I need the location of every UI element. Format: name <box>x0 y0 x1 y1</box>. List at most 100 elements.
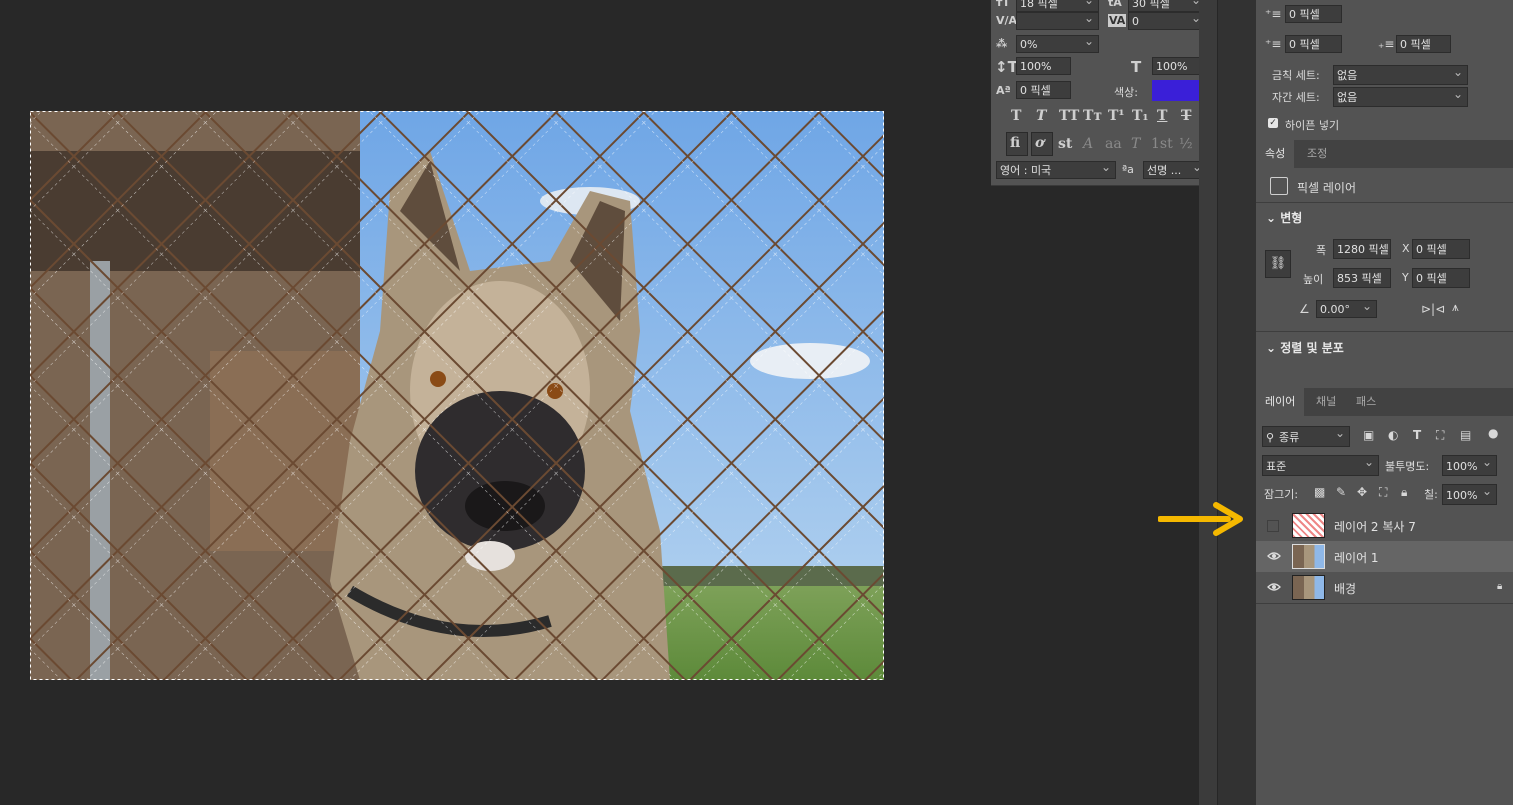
tab-paths[interactable]: 패스 <box>1347 388 1385 416</box>
blend-mode-select[interactable]: 표준 <box>1262 452 1379 476</box>
visibility-toggle-off[interactable] <box>1267 520 1279 532</box>
character-panel: ᴛT 18 픽셀 tA 30 픽셀 V/A VA 0 ⁂ 0% ↕T 100% … <box>991 0 1213 186</box>
layer-thumbnail <box>1292 575 1325 600</box>
properties-tabbar: 속성 조정 <box>1256 140 1513 168</box>
ligature-button[interactable]: fi <box>1006 132 1028 156</box>
all-caps-icon[interactable]: TT <box>1059 108 1079 124</box>
tracking-field[interactable]: 0 <box>1128 9 1206 30</box>
eye-icon[interactable] <box>1267 581 1281 593</box>
tab-properties[interactable]: 속성 <box>1256 140 1295 168</box>
language-select[interactable]: 영어 : 미국 <box>996 158 1116 179</box>
filter-smart-object-icon[interactable]: ▤ <box>1460 428 1471 442</box>
hyphenate-label: 하이픈 넣기 <box>1285 119 1340 132</box>
small-caps-icon[interactable]: Tт <box>1083 108 1102 124</box>
flip-horizontal-icon[interactable]: ⊳|⊲ <box>1421 302 1445 316</box>
layer-thumbnail <box>1292 544 1325 569</box>
tab-layers[interactable]: 레이어 <box>1256 388 1305 416</box>
filter-pixel-icon[interactable]: ▣ <box>1363 428 1374 442</box>
kerning-field[interactable] <box>1016 9 1099 30</box>
filter-toggle-icon[interactable]: ● <box>1488 426 1498 440</box>
annotation-arrow-icon <box>1158 502 1243 536</box>
space-before-icon: ⁺≡ <box>1265 7 1282 21</box>
filter-shape-icon[interactable]: ⛶ <box>1436 428 1444 443</box>
layers-tabbar: 레이어 채널 패스 <box>1256 388 1513 416</box>
link-dimensions-icon[interactable]: ⛓ <box>1265 250 1291 278</box>
superscript-icon[interactable]: T¹ <box>1108 108 1125 124</box>
fill-field[interactable]: 100% <box>1442 481 1497 505</box>
color-label: 색상: <box>1114 86 1138 99</box>
panel-icon-strip <box>1217 0 1257 805</box>
divider <box>1256 331 1513 332</box>
faux-italic-icon[interactable]: T <box>1036 108 1046 124</box>
horizontal-scale-icon: T <box>1131 58 1142 76</box>
y-label: Y <box>1402 271 1409 284</box>
leading-icon: tA <box>1108 0 1122 9</box>
dog-fence-photo <box>30 111 884 680</box>
kinsoku-label: 금칙 세트: <box>1272 69 1320 82</box>
baseline-shift-icon: Aª <box>996 84 1011 97</box>
discretionary-ligature-icon[interactable]: st <box>1058 136 1072 152</box>
align-section[interactable]: ⌄ 정렬 및 분포 <box>1266 339 1344 356</box>
lock-position-icon[interactable]: ✥ <box>1357 485 1367 499</box>
alt-ligature-button[interactable]: ơ <box>1031 132 1053 156</box>
space-after-field[interactable]: 0 픽셀 <box>1285 35 1342 53</box>
divider <box>1256 603 1513 604</box>
swash-icon[interactable]: A <box>1083 136 1093 152</box>
opacity-label: 불투명도: <box>1385 460 1430 473</box>
lock-transparent-icon[interactable]: ▩ <box>1314 485 1325 499</box>
angle-icon: ∠ <box>1299 302 1310 316</box>
subscript-icon[interactable]: T₁ <box>1132 108 1149 124</box>
divider <box>1256 202 1513 203</box>
opacity-field[interactable]: 100% <box>1442 452 1497 476</box>
tab-channels[interactable]: 채널 <box>1307 388 1345 416</box>
titling-icon[interactable]: T <box>1131 136 1140 152</box>
align-title: 정렬 및 분포 <box>1280 341 1344 355</box>
transform-title: 변형 <box>1280 211 1303 225</box>
hyphenate-checkbox[interactable]: ✓ <box>1268 118 1278 128</box>
flip-vertical-icon[interactable]: ⩚ <box>1452 300 1459 315</box>
tsume-field[interactable]: 0% <box>1016 32 1099 53</box>
layer-thumbnail <box>1292 513 1325 538</box>
fill-label: 칠: <box>1424 488 1438 501</box>
layer-row[interactable]: 배경 🔒︎ <box>1256 572 1513 603</box>
right-panel: ⁺≡ 0 픽셀 ⁺≡ 0 픽셀 ₊≡ 0 픽셀 금칙 세트: 없음 자간 세트:… <box>1256 0 1513 805</box>
ordinals-icon[interactable]: 1st <box>1151 136 1173 152</box>
lock-artboard-icon[interactable]: ⛶ <box>1379 485 1387 500</box>
lock-icon: 🔒︎ <box>1497 581 1503 592</box>
transform-section[interactable]: ⌄ 변형 <box>1266 209 1302 226</box>
fractions-icon[interactable]: ½ <box>1179 136 1193 152</box>
eye-icon[interactable] <box>1267 550 1281 562</box>
space-after-icon: ⁺≡ <box>1265 37 1282 51</box>
width-field[interactable]: 1280 픽셀 <box>1333 239 1391 259</box>
strikethrough-icon[interactable]: T <box>1181 108 1191 124</box>
layer-row-selected[interactable]: 레이어 1 <box>1256 541 1513 572</box>
vertical-scale-field[interactable]: 100% <box>1016 57 1071 75</box>
antialias-select[interactable]: 선명 ... <box>1143 158 1207 179</box>
indent-field[interactable]: 0 픽셀 <box>1396 35 1451 53</box>
lock-all-icon[interactable]: 🔒︎ <box>1401 485 1407 500</box>
faux-bold-icon[interactable]: T <box>1011 108 1021 124</box>
lock-brush-icon[interactable]: ✎ <box>1336 485 1346 499</box>
layer-filter-select[interactable]: ⚲ 종류 <box>1262 423 1350 447</box>
layer-filter-kind: 종류 <box>1279 431 1300 444</box>
tab-adjustments[interactable]: 조정 <box>1298 140 1336 168</box>
layer-row[interactable]: 레이어 2 복사 7 <box>1256 510 1513 541</box>
canvas-image[interactable] <box>30 111 884 680</box>
stylistic-alt-icon[interactable]: aa <box>1105 136 1122 152</box>
layer-name: 레이어 2 복사 7 <box>1334 520 1416 534</box>
space-before-field[interactable]: 0 픽셀 <box>1285 5 1342 23</box>
underline-icon[interactable]: T <box>1157 108 1167 124</box>
y-field[interactable]: 0 픽셀 <box>1412 268 1470 288</box>
height-field[interactable]: 853 픽셀 <box>1333 268 1391 288</box>
angle-field[interactable]: 0.00° <box>1316 297 1377 318</box>
mojikumi-select[interactable]: 없음 <box>1333 84 1468 107</box>
x-field[interactable]: 0 픽셀 <box>1412 239 1470 259</box>
baseline-shift-field[interactable]: 0 픽셀 <box>1016 81 1071 99</box>
layer-name: 배경 <box>1334 582 1357 596</box>
filter-type-icon[interactable]: T <box>1413 428 1421 442</box>
filter-adjustment-icon[interactable]: ◐ <box>1388 428 1398 442</box>
tracking-icon: VA <box>1108 14 1127 27</box>
dock-gap <box>1199 0 1217 805</box>
height-label: 높이 <box>1303 273 1324 286</box>
kinsoku-select[interactable]: 없음 <box>1333 62 1468 85</box>
